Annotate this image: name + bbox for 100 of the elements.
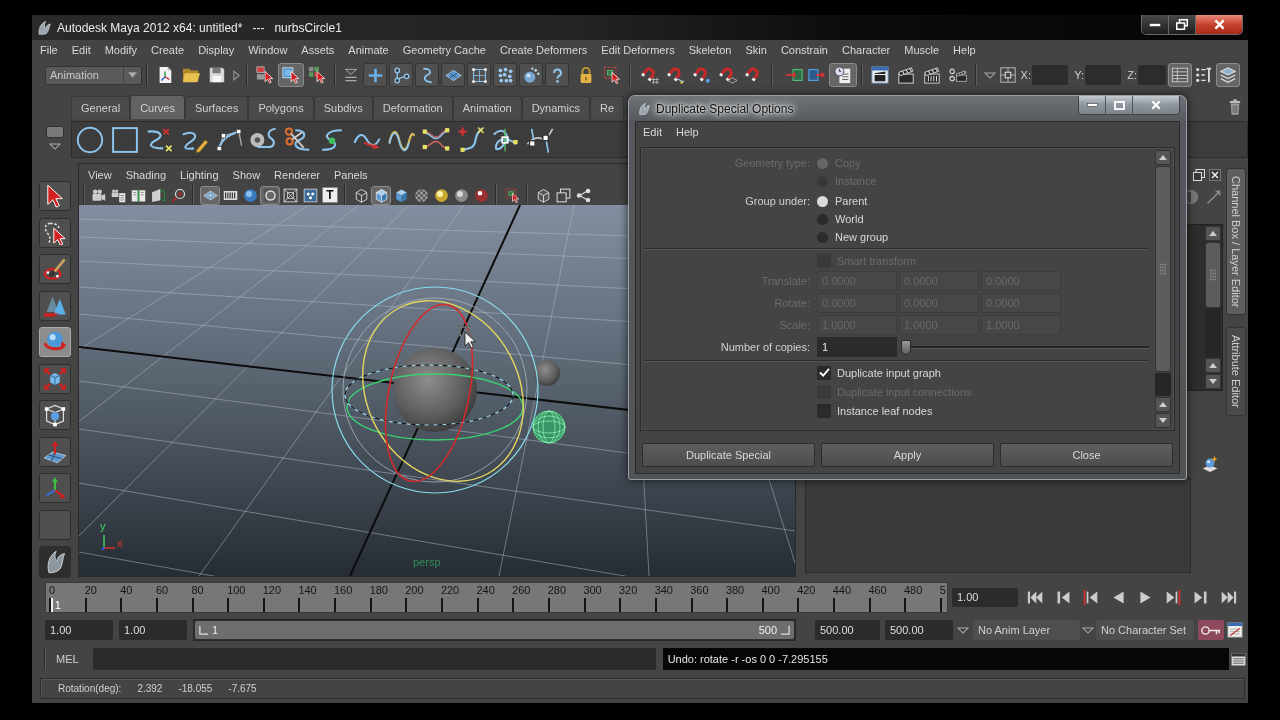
grid-button[interactable] (200, 185, 220, 205)
curve-magnet-icon[interactable] (667, 66, 685, 84)
shelf-tab[interactable]: Polygons (248, 96, 314, 119)
menu-item[interactable]: Skeleton (681, 44, 739, 56)
coordinate-field[interactable] (1032, 65, 1068, 85)
down-triangle-icon[interactable] (957, 626, 969, 634)
down-triangle-icon[interactable] (1082, 626, 1094, 634)
shelf-tab[interactable]: Deformation (372, 96, 453, 119)
trash-icon[interactable] (1229, 99, 1241, 115)
coordinate-field[interactable] (1138, 65, 1166, 85)
curve-button[interactable] (415, 63, 439, 87)
stacked-squares-button[interactable] (553, 185, 573, 205)
dialog-menu-item[interactable]: Edit (636, 126, 669, 138)
window-list-icon[interactable] (1231, 651, 1247, 667)
ring-button[interactable] (260, 185, 280, 205)
cube-cursor-button[interactable] (278, 63, 304, 87)
layer-sphere-icon[interactable] (1201, 455, 1219, 473)
number-field[interactable]: 1 (817, 337, 897, 357)
menu-item[interactable]: Edit Deformers (594, 44, 682, 56)
radio-button[interactable] (817, 231, 828, 243)
arrow-cursor-button[interactable] (39, 181, 71, 211)
language-toggle[interactable]: MEL (48, 648, 87, 670)
menu-item[interactable]: Skin (738, 44, 774, 56)
table-button[interactable] (1168, 63, 1192, 87)
crosshair-box-icon[interactable] (1000, 67, 1016, 83)
character-set-dropdown[interactable]: No Character Set (1096, 620, 1194, 640)
checkbox[interactable] (817, 403, 831, 418)
time-slider[interactable]: 0 20 40 60 80 100 120 140 160 180 200 220 240 260 280 300 320 340 360 380 400 420 440 460 480 5 1 (45, 581, 948, 613)
frame-back-icon[interactable] (1082, 588, 1100, 606)
surface-arrow-button[interactable] (39, 436, 71, 467)
clapboard-icon[interactable] (897, 66, 915, 84)
menu-item[interactable]: Animate (341, 44, 396, 56)
plus-button[interactable] (363, 63, 387, 87)
current-time-field[interactable]: 1.00 (952, 587, 1018, 607)
menu-item[interactable]: Constrain (773, 44, 835, 56)
diamond-grid-button[interactable] (441, 63, 465, 87)
slider-track[interactable] (901, 337, 1149, 357)
scrollbar-thumb[interactable] (1205, 242, 1221, 308)
arrow-into-box-icon[interactable] (785, 66, 803, 84)
crossed-box-button[interactable] (280, 185, 300, 205)
menu-item[interactable]: File (33, 44, 65, 56)
shelf-tab[interactable]: Subdivs (313, 96, 373, 119)
lasso-cursor-button[interactable] (39, 217, 71, 248)
linked-circles-button[interactable] (389, 63, 413, 87)
save-icon[interactable] (208, 66, 226, 84)
paint-brush-button[interactable] (39, 254, 71, 284)
layers-button[interactable] (1216, 63, 1240, 87)
menu-item[interactable]: Modify (97, 44, 145, 56)
close-icon[interactable] (1209, 169, 1221, 181)
dots-button[interactable] (493, 63, 517, 87)
menu-item[interactable]: Help (946, 44, 983, 56)
text-tool-button[interactable]: T (322, 187, 338, 203)
cv-curve-icon[interactable] (145, 125, 174, 154)
range-slider-bar[interactable]: 1 500 (195, 621, 794, 639)
menu-set-dropdown[interactable]: Animation (45, 65, 142, 85)
maximize-button[interactable] (1106, 96, 1133, 114)
clapboard-dots-icon[interactable] (949, 66, 967, 84)
dialog-button[interactable]: Close (1000, 443, 1173, 467)
scroll-up-button[interactable] (1205, 226, 1221, 241)
menu-item[interactable]: Display (191, 44, 242, 56)
menu-item[interactable]: Assets (294, 44, 342, 56)
anim-layer-dropdown[interactable]: No Anim Layer (973, 620, 1080, 640)
sphere-rotate-button[interactable] (39, 327, 71, 357)
start-time-field[interactable]: 1.00 (45, 620, 113, 640)
plus-curve-icon[interactable] (456, 125, 485, 154)
scissors-curve-icon[interactable] (283, 125, 312, 154)
cube-frame-button[interactable] (39, 400, 71, 430)
end-time-field[interactable]: 500.00 (885, 620, 953, 640)
menu-item[interactable]: Muscle (897, 44, 947, 56)
pill-icon[interactable] (45, 126, 64, 138)
marquee-cursor-icon[interactable] (603, 66, 621, 84)
overlapping-squares-icon[interactable] (1193, 169, 1205, 181)
solid-cube-button[interactable] (371, 185, 391, 205)
down-triangle-icon[interactable] (48, 143, 61, 150)
panel-menu-item[interactable]: Shading (118, 168, 174, 181)
close-button[interactable] (1133, 96, 1179, 114)
shelf-tab[interactable]: Animation (452, 96, 522, 119)
panel-menu-item[interactable]: Panels (326, 168, 375, 181)
menu-item[interactable]: Window (241, 44, 295, 56)
radio-button[interactable] (817, 213, 828, 225)
circle-icon[interactable] (76, 125, 105, 154)
swirl-logo-button[interactable] (39, 546, 71, 578)
minimize-button[interactable] (1079, 96, 1106, 114)
scrollbar-thumb[interactable] (1155, 166, 1171, 372)
cones-button[interactable] (39, 290, 71, 321)
panel-menu-item[interactable]: Renderer (267, 168, 327, 181)
square-icon[interactable] (110, 125, 139, 154)
point-magnet-icon[interactable] (693, 66, 711, 84)
folder-icon[interactable] (182, 66, 200, 84)
plane-magnet-icon[interactable] (719, 66, 737, 84)
clapboard-window-icon[interactable] (871, 66, 889, 84)
close-button[interactable] (1196, 15, 1242, 34)
scroll-down-button[interactable] (1205, 374, 1221, 389)
restore-button[interactable] (1169, 15, 1196, 34)
dialog-menu-item[interactable]: Help (668, 126, 706, 138)
panel-menu-item[interactable]: Lighting (173, 168, 226, 181)
shelf-tab[interactable]: Dynamics (521, 96, 590, 119)
triangle-right-icon[interactable] (232, 69, 240, 81)
menu-item[interactable]: Create Deformers (492, 44, 595, 56)
shelf-tab[interactable]: Curves (130, 95, 185, 119)
